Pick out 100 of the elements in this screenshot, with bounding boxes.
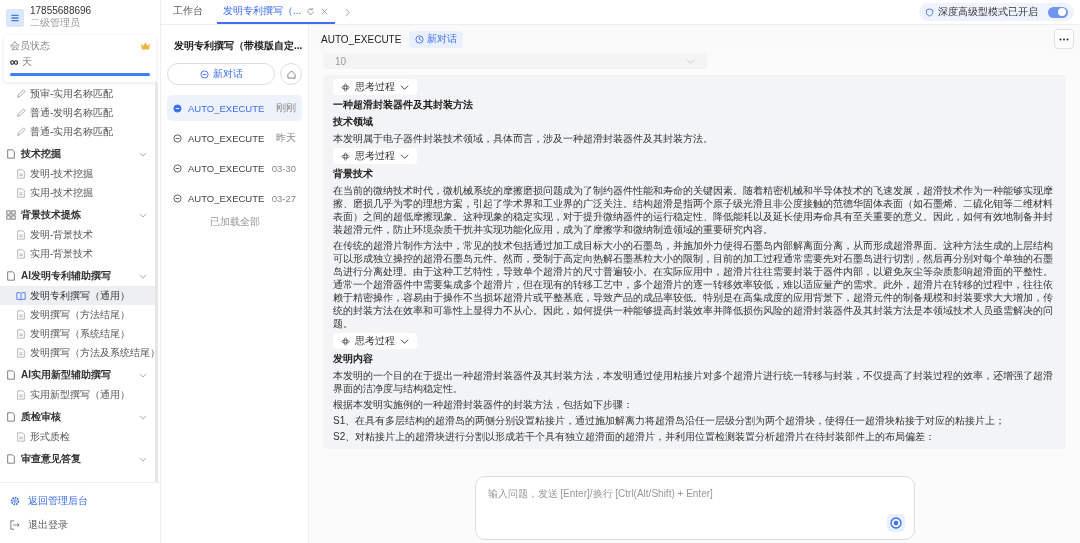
chevron-icon xyxy=(686,56,695,66)
thinking-toggle[interactable]: 思考过程 xyxy=(333,148,417,164)
document-icon xyxy=(16,309,26,320)
document-icon xyxy=(16,389,26,400)
home-icon xyxy=(286,69,296,79)
document-icon xyxy=(16,431,26,442)
section-heading: 一种超滑封装器件及其封装方法 xyxy=(333,98,473,112)
chevron-icon xyxy=(400,336,409,346)
group-icon xyxy=(6,210,16,220)
close-icon[interactable] xyxy=(320,6,330,16)
send-icon xyxy=(889,517,902,529)
question-input[interactable]: 输入问题，发送 [Enter]/换行 [Ctrl(Alt/Shift) + Enter] xyxy=(474,476,915,540)
thinking-toggle[interactable]: 思考过程 xyxy=(333,79,417,95)
paragraph: S2、对粘接片上的超滑块进行分割以形成若干个具有独立超滑面的超滑片，并利用位置检测装置分析超滑片在待封装部件上的布局偏差： xyxy=(333,430,936,443)
shield-icon xyxy=(925,7,934,17)
nav-item[interactable]: 普通-发明名称匹配 xyxy=(0,103,155,122)
pencil-icon xyxy=(16,126,26,137)
section-heading: 技术领域 xyxy=(333,115,373,129)
group-icon xyxy=(6,412,16,422)
nav-item[interactable]: 普通-实用名称匹配 xyxy=(0,122,155,141)
chevron-icon xyxy=(139,212,147,218)
home-button[interactable] xyxy=(280,63,302,85)
toggle-switch[interactable] xyxy=(1048,6,1068,18)
chat-bubble-icon xyxy=(173,133,182,143)
previous-field: 10 xyxy=(323,53,707,69)
nav-group[interactable]: 质检审核 xyxy=(0,407,155,427)
conversation-item[interactable]: AUTO_EXECUTE 03-27 xyxy=(167,185,302,211)
group-icon xyxy=(6,271,16,281)
chevron-icon xyxy=(139,151,147,157)
more-button[interactable] xyxy=(1054,29,1074,49)
paragraph: 根据本发明实施例的一种超滑封装器件的封装方法，包括如下步骤： xyxy=(333,398,633,411)
chat-title: AUTO_EXECUTE xyxy=(321,33,402,45)
nav-group[interactable]: 技术挖掘 xyxy=(0,144,155,164)
tab[interactable]: 工作台 xyxy=(167,0,209,24)
nav-group[interactable]: 审查意见答复 xyxy=(0,449,155,469)
assistant-title: 发明专利撰写（带模版自定... xyxy=(174,39,303,53)
logout-icon xyxy=(10,520,20,530)
paragraph: 在当前的微纳技术时代，微机械系统的摩擦磨损问题成为了制约器件性能和寿命的关键因素。随着精密机械和半导体技术的飞速发展，超滑技术作为一种能够实现摩擦、磨损几乎为零的理想方案，引起了学术界和工业界的广泛关注。结构超滑是指两个原子级光滑且非公度接触的范德华固体表面（如石墨烯、二硫化钼等二维材料表面）之间的超低摩擦现象。这种现象的稳定实现，对于提升微纳器件的运行稳定性、降低能耗以及延长使用寿命具有至关重要的意义。因此，如何有效地制备并封装超滑元件，防止环境杂质干扰并实现功能化应用，成为了摩擦学和微纳制造领域的重要研究内容。 xyxy=(333,184,1054,236)
chat-bubble-icon xyxy=(173,163,182,173)
section-heading: 背景技术 xyxy=(333,167,373,181)
nav-item[interactable]: 预审-实用名称匹配 xyxy=(0,84,155,103)
paragraph: 本发明的一个目的在于提出一种超滑封装器件及其封装方法，本发明通过使用粘接片对多个超滑片进行统一转移与封装，不仅提高了封装过程的效率，还增强了超滑界面的洁净度与结构稳定性。 xyxy=(333,369,1054,395)
new-chat-button[interactable]: 新对话 xyxy=(167,63,275,85)
chat-icon xyxy=(199,69,209,79)
chevron-icon xyxy=(139,414,147,420)
chevron-icon xyxy=(139,372,147,378)
group-icon xyxy=(6,370,16,380)
group-icon xyxy=(6,454,16,464)
paragraph: S1、在具有多层结构的超滑岛的两侧分别设置粘接片，通过施加解离力将超滑岛沿任一层级分割为两个超滑块，使得任一超滑块粘接于对应的粘接片上； xyxy=(333,414,1006,427)
refresh-icon[interactable] xyxy=(306,6,316,16)
nav-item[interactable]: 发明-背景技术 xyxy=(0,225,155,244)
footer-link[interactable]: 退出登录 xyxy=(0,513,160,537)
footer-link[interactable]: 返回管理后台 xyxy=(0,489,160,513)
conversation-item[interactable]: AUTO_EXECUTE 03-30 xyxy=(167,155,302,181)
document-icon xyxy=(16,347,26,358)
chevron-icon xyxy=(139,273,147,279)
document-icon xyxy=(16,187,26,198)
nav-group[interactable]: AI发明专利辅助撰写 xyxy=(0,266,155,286)
document-icon xyxy=(16,229,26,240)
nav-item[interactable]: 形式质检 xyxy=(0,427,155,446)
section-heading: 发明内容 xyxy=(333,352,373,366)
atom-icon xyxy=(341,151,350,161)
nav-item[interactable]: 发明撰写（系统结尾） xyxy=(0,324,155,343)
new-chat-chip[interactable]: 新对话 xyxy=(409,30,464,48)
membership-label: 会员状态 xyxy=(10,39,50,53)
conversation-item[interactable]: AUTO_EXECUTE 昨天 xyxy=(167,125,302,151)
chevron-right-icon[interactable] xyxy=(343,7,353,17)
paragraph: 在传统的超滑片制作方法中，常见的技术包括通过加工成目标大小的石墨岛，并施加外力使得石墨岛内部解离面分离，从而形成超滑界面。这种方法生成的上层结构可以形成独立操控的超滑石墨岛元件。然而，受制于高定向热解石墨基粒大小的限制，目前的加工过程通常需要先对石墨岛进行切割，然后再分别对每个单独的石墨岛进行分离处理。由于这种工艺特性，导致单个超滑片的尺寸普遍较小。在实际应用中，超滑片往往需要封装于器件内部，以避免灰尘等杂质影响超滑面的平整性。通常一个超滑器件中需要集成多个超滑片，但在现有的转移工艺中，多个超滑片的逐一转移效率较低，难以适应量产的需求。此外，超滑片在转移的过程中，往往依赖于精密操作，容易由于操作不当损坏超滑片或平整基底，导致产品的成品率较低。特别是在高集成度的应用背景下，超滑元件的制备规模和封装要求大大增加，传统的封装方法在效率和可靠性上显得力不从心。因此，如何提供一种能够提高封装效率并降低损伤风险的超滑封装器件及其封装方法是本领域技术人员亟需解决的问题。 xyxy=(333,239,1054,330)
nav-group[interactable]: 背景技术提炼 xyxy=(0,205,155,225)
nav-item[interactable]: 实用新型撰写（通用） xyxy=(0,385,155,404)
nav-item[interactable]: 发明撰写（方法及系统结尾） xyxy=(0,343,155,362)
conversation-item[interactable]: AUTO_EXECUTE 刚刚 xyxy=(167,95,302,121)
paragraph: 本发明属于电子器件封装技术领域，具体而言，涉及一种超滑封装器件及其封装方法。 xyxy=(333,132,713,145)
nav-item[interactable]: 发明-技术挖掘 xyxy=(0,164,155,183)
days-unit: 天 xyxy=(21,55,32,69)
user-role: 二级管理员 xyxy=(30,16,81,30)
more-icon xyxy=(1059,37,1069,41)
thinking-toggle[interactable]: 思考过程 xyxy=(333,333,417,349)
book-icon xyxy=(16,290,26,301)
nav-group[interactable]: AI实用新型辅助撰写 xyxy=(0,365,155,385)
days-symbol: ∞ xyxy=(10,55,19,69)
clock-icon xyxy=(415,34,425,44)
atom-icon xyxy=(341,82,350,92)
nav-item[interactable]: 发明专利撰写（通用） xyxy=(0,286,155,305)
chat-bubble-icon xyxy=(173,103,182,113)
nav-item[interactable]: 实用-技术挖掘 xyxy=(0,183,155,202)
mode-toggle[interactable]: 深度高级型模式已开启 xyxy=(919,3,1074,21)
crown-icon xyxy=(141,42,150,50)
loaded-all-label: 已加载全部 xyxy=(208,215,261,229)
document-icon xyxy=(16,248,26,259)
group-icon xyxy=(6,149,16,159)
document-icon xyxy=(16,328,26,339)
chevron-icon xyxy=(400,151,409,161)
nav-item[interactable]: 实用-背景技术 xyxy=(0,244,155,263)
chevron-icon xyxy=(139,456,147,462)
user-phone: 17855688696 xyxy=(30,5,92,16)
nav-item[interactable]: 发明撰写（方法结尾） xyxy=(0,305,155,324)
menu-icon[interactable] xyxy=(6,8,24,27)
pencil-icon xyxy=(16,107,26,118)
settings-icon xyxy=(10,496,20,506)
